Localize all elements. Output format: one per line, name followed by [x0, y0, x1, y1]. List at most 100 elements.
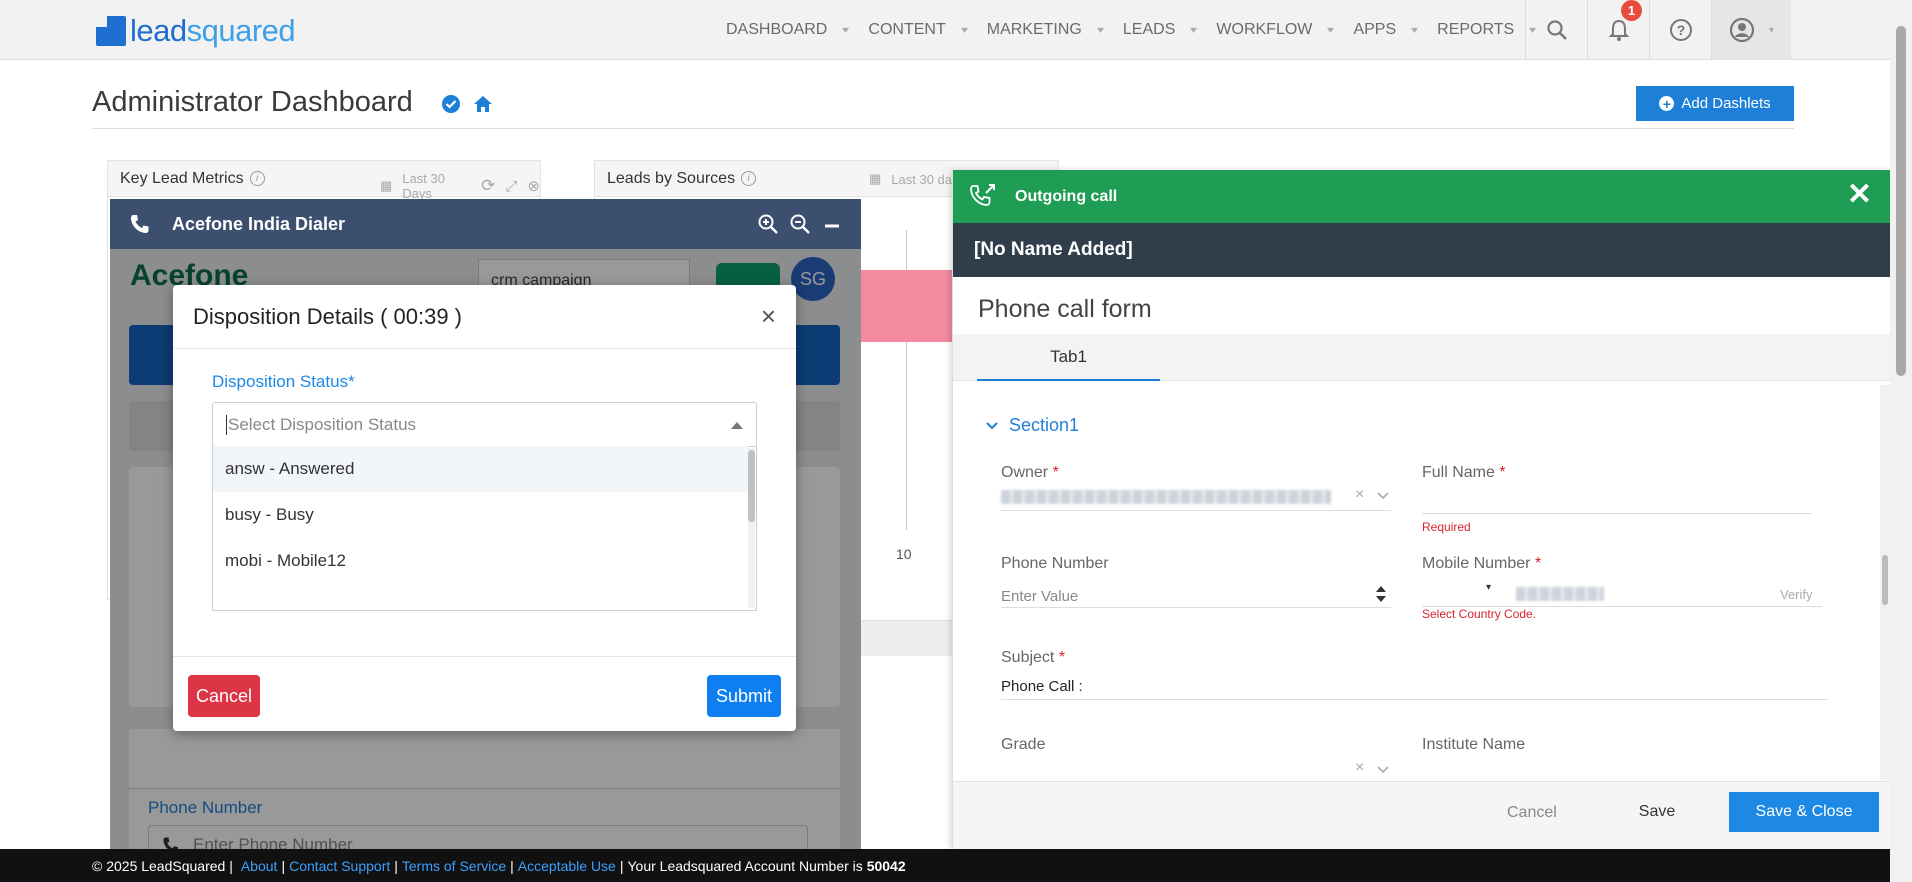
close-panel-icon[interactable]: ✕ — [1847, 180, 1872, 210]
full-name-input[interactable] — [1422, 513, 1812, 514]
tab-tab1[interactable]: Tab1 — [977, 334, 1160, 381]
form-save-close-button[interactable]: Save & Close — [1729, 792, 1879, 832]
notifications-button[interactable]: 1 — [1587, 0, 1649, 60]
chevron-down-icon: ▾ — [842, 24, 850, 36]
dashlet-title: Leads by Sources — [607, 169, 736, 187]
info-icon[interactable]: i — [249, 171, 265, 186]
nav-apps[interactable]: APPS ▾ — [1343, 0, 1427, 60]
chevron-down-icon[interactable] — [1377, 492, 1389, 500]
chart-tick-label: 10 — [896, 546, 912, 562]
chart-footer — [861, 620, 952, 656]
owner-label: Owner — [1001, 464, 1049, 481]
nav-workflow[interactable]: WORKFLOW ▾ — [1206, 0, 1343, 60]
add-dashlets-button[interactable]: + Add Dashlets — [1636, 86, 1794, 121]
full-name-label: Full Name — [1422, 464, 1495, 481]
zoom-in-icon[interactable] — [757, 213, 779, 235]
home-icon[interactable] — [473, 94, 493, 114]
help-icon: ? — [1669, 19, 1692, 41]
search-button[interactable] — [1525, 0, 1587, 60]
option-mobile12[interactable]: mobi - Mobile12 — [213, 538, 749, 584]
caret-up-icon[interactable] — [731, 422, 743, 429]
dropdown-scroll-thumb[interactable] — [748, 450, 755, 522]
footer-link-terms[interactable]: Terms of Service — [402, 858, 506, 874]
clear-icon[interactable]: × — [1355, 759, 1364, 777]
close-icon[interactable]: × — [761, 303, 776, 329]
phone-icon — [131, 215, 149, 233]
cancel-button[interactable]: Cancel — [188, 675, 260, 717]
subject-value[interactable]: Phone Call : — [1001, 678, 1083, 695]
logo-mark-icon — [96, 16, 126, 46]
submit-button[interactable]: Submit — [707, 675, 781, 717]
phone-number-input[interactable] — [1001, 607, 1391, 608]
clear-icon[interactable]: × — [1355, 486, 1364, 504]
account-number: 50042 — [866, 857, 906, 874]
full-name-error: Required — [1422, 520, 1471, 534]
subject-label: Subject — [1001, 649, 1055, 666]
logo-text-light: squared — [186, 13, 296, 48]
top-navbar: leadsquared DASHBOARD ▾ CONTENT ▾ MARKETIN… — [0, 0, 1890, 60]
contact-name: [No Name Added] — [953, 223, 1890, 277]
minimize-icon[interactable] — [821, 213, 843, 235]
phone-number-placeholder[interactable]: Enter Value — [1001, 588, 1078, 605]
modal-title: Disposition Details ( 00:39 ) — [193, 303, 463, 329]
header-divider — [92, 128, 1794, 129]
chevron-down-icon: ▾ — [1768, 24, 1775, 36]
chevron-down-icon[interactable] — [1377, 766, 1389, 774]
option-answered[interactable]: answ - Answered — [213, 446, 749, 492]
footer-link-acceptable-use[interactable]: Acceptable Use — [518, 858, 616, 874]
logo-text-dark: lead — [130, 13, 187, 48]
verify-link[interactable]: Verify — [1780, 587, 1813, 602]
nav-dashboard[interactable]: DASHBOARD ▾ — [716, 0, 858, 60]
owner-field[interactable] — [1001, 510, 1391, 511]
chevron-down-icon: ▾ — [1327, 24, 1335, 36]
refresh-icon[interactable]: ⟳ — [481, 176, 495, 196]
expand-icon[interactable]: ⤢ — [505, 178, 517, 195]
mobile-value-redacted — [1516, 587, 1604, 601]
page-footer: © 2025 LeadSquared | About | Contact Supp… — [0, 849, 1890, 882]
plus-circle-icon: + — [1659, 96, 1675, 111]
nav-leads[interactable]: LEADS ▾ — [1113, 0, 1207, 60]
info-icon[interactable]: i — [741, 171, 757, 186]
nav-content[interactable]: CONTENT ▾ — [858, 0, 976, 60]
section-title: Section1 — [1009, 415, 1080, 435]
chevron-down-icon: ▾ — [1411, 24, 1419, 36]
form-tabs: Tab1 — [953, 334, 1891, 381]
close-circle-icon[interactable]: ⊗ — [527, 177, 540, 195]
grade-label: Grade — [1001, 736, 1046, 753]
date-range[interactable]: Last 30 Days — [402, 171, 471, 201]
dialer-title: Acefone India Dialer — [172, 213, 346, 234]
page-scrollbar[interactable] — [1890, 0, 1912, 882]
required-marker: * — [1052, 464, 1059, 481]
country-code-dropdown[interactable]: ▾ — [1486, 582, 1491, 593]
bell-icon — [1608, 19, 1629, 41]
subject-input[interactable] — [1001, 699, 1827, 700]
panel-scrollbar[interactable] — [1880, 385, 1890, 780]
required-marker: * — [1499, 464, 1506, 481]
nav-marketing[interactable]: MARKETING ▾ — [977, 0, 1113, 60]
page-title: Administrator Dashboard — [92, 86, 413, 118]
leadsquared-logo[interactable]: leadsquared — [96, 13, 296, 48]
required-marker: * — [1058, 649, 1066, 666]
form-save-button[interactable]: Save — [1619, 792, 1695, 832]
stepper-icon[interactable] — [1375, 584, 1387, 604]
chevron-down-icon — [986, 421, 998, 429]
form-cancel-button[interactable]: Cancel — [1507, 804, 1557, 822]
form-title: Phone call form — [978, 295, 1152, 323]
zoom-out-icon[interactable] — [789, 213, 811, 235]
option-busy[interactable]: busy - Busy — [213, 492, 749, 538]
verified-check-icon[interactable] — [441, 94, 461, 114]
footer-link-contact-support[interactable]: Contact Support — [289, 858, 390, 874]
chart-bar[interactable] — [861, 270, 952, 342]
account-number-text: Your Leadsquared Account Number is — [627, 857, 863, 874]
disposition-status-select[interactable]: Select Disposition Status — [212, 402, 757, 447]
search-icon — [1546, 20, 1567, 40]
footer-link-about[interactable]: About — [241, 858, 278, 874]
help-button[interactable]: ? — [1649, 0, 1711, 60]
dashlet-title: Key Lead Metrics — [120, 169, 244, 187]
option-partial[interactable] — [213, 584, 749, 608]
owner-value-redacted — [1001, 490, 1331, 504]
section-toggle[interactable]: Section1 — [985, 415, 1079, 436]
user-menu-button[interactable]: ▾ — [1711, 0, 1791, 60]
calendar-icon: ▦ — [869, 171, 882, 186]
page-scroll-thumb[interactable] — [1896, 26, 1906, 376]
